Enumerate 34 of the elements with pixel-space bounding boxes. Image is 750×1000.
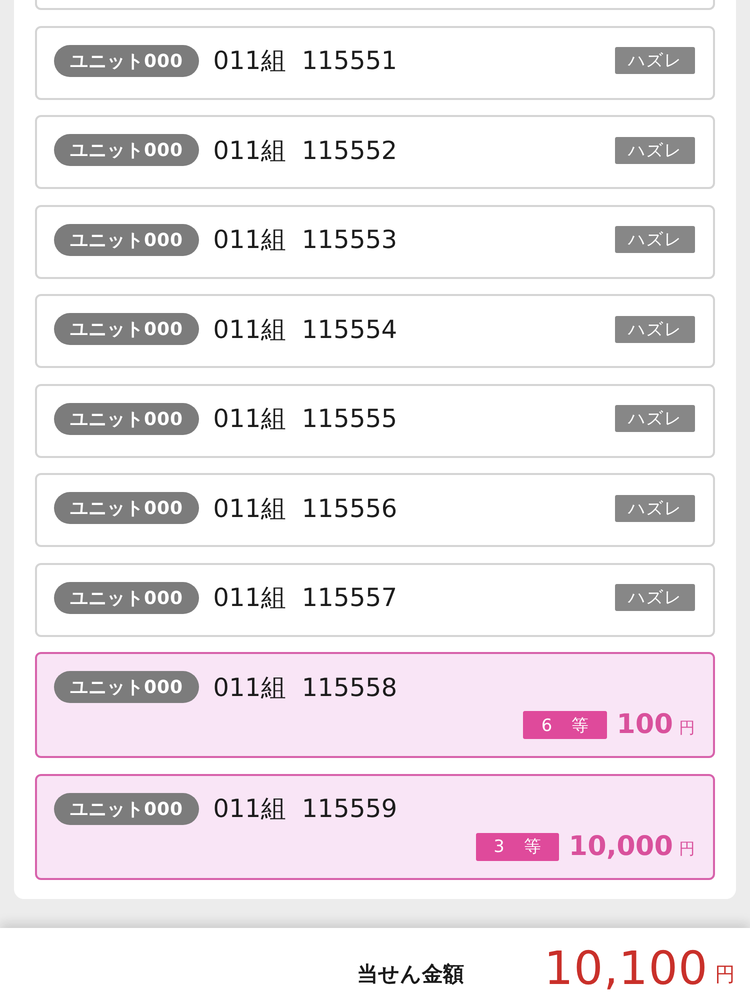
unit-badge: ユニット000 — [54, 134, 200, 166]
ticket-number: 011組 115554 — [213, 314, 398, 346]
result-tag: ハズレ — [615, 136, 695, 164]
unit-badge: ユニット000 — [54, 792, 200, 824]
prize-rank-tag: 3 等 — [476, 832, 559, 860]
unit-badge: ユニット000 — [54, 224, 200, 256]
ticket-number: 011組 115557 — [213, 582, 398, 614]
currency-label: 円 — [679, 718, 695, 738]
total-label: 当せん金額 — [357, 961, 464, 988]
ticket-number: 011組 115556 — [213, 492, 398, 524]
unit-badge: ユニット000 — [54, 402, 200, 434]
total-amount: 10,100 — [544, 945, 708, 991]
unit-badge: ユニット000 — [54, 582, 200, 614]
ticket-number: 011組 115555 — [213, 403, 398, 435]
result-tag: ハズレ — [615, 584, 695, 611]
currency-label: 円 — [679, 839, 695, 860]
unit-badge: ユニット000 — [54, 671, 200, 703]
result-tag: ハズレ — [615, 226, 695, 253]
result-tag: ハズレ — [615, 405, 695, 432]
currency-label: 円 — [715, 961, 735, 988]
prize-amount: 10,000 — [568, 830, 673, 862]
unit-badge: ユニット000 — [54, 44, 200, 76]
prize-amount: 100 — [616, 709, 673, 741]
ticket-number: 011組 115559 — [213, 793, 398, 825]
result-tag: ハズレ — [615, 494, 695, 522]
result-tag: ハズレ — [615, 47, 695, 74]
prize-rank-tag: 6 等 — [523, 711, 607, 739]
unit-badge: ユニット000 — [54, 492, 200, 524]
ticket-number: 011組 115551 — [213, 45, 398, 77]
ticket-number: 011組 115552 — [213, 134, 398, 166]
result-tag: ハズレ — [615, 316, 695, 342]
ticket-number: 011組 115553 — [213, 224, 398, 256]
ticket-number: 011組 115558 — [213, 672, 398, 704]
unit-badge: ユニット000 — [54, 313, 200, 345]
